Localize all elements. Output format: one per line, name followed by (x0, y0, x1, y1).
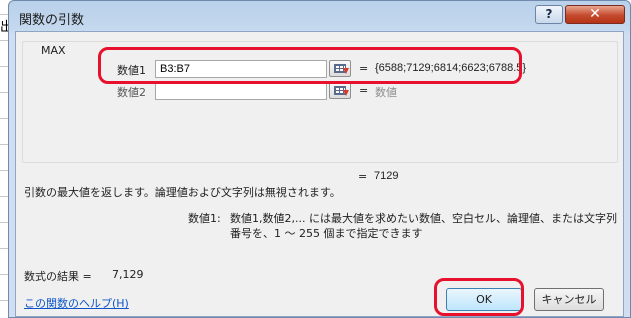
arg-description-line1: 数値1,数値2,... には最大値を求めたい数値、空白セル、論理値、または文字列 (230, 212, 617, 225)
ok-button-highlight (434, 278, 524, 316)
arg1-highlight (98, 47, 522, 84)
help-button[interactable]: ? (535, 5, 563, 24)
close-button[interactable]: ✕ (565, 5, 625, 24)
arg2-label: 数値2 (117, 86, 146, 99)
arg-description-line2: 番号を、1 ～ 255 個まで指定できます (230, 227, 423, 240)
arg2-result: 数値 (375, 87, 397, 99)
arg-description-name: 数値1: (188, 212, 221, 225)
arg2-equals: = (359, 84, 369, 97)
result-equals: = (358, 170, 368, 183)
arg2-input[interactable] (155, 82, 327, 100)
title-bar[interactable]: 関数の引数 ? ✕ (9, 1, 630, 31)
function-description: 引数の最大値を返します。論理値および文字列は無視されます。 (24, 186, 341, 199)
dialog-title: 関数の引数 (19, 13, 85, 28)
formula-result-value: 7,129 (112, 268, 144, 281)
cancel-button[interactable]: キャンセル (534, 288, 604, 311)
function-name: MAX (37, 44, 70, 57)
formula-result-label: 数式の結果 = (24, 270, 92, 283)
function-result: 7129 (374, 170, 399, 182)
function-help-link[interactable]: この関数のヘルプ(H) (24, 295, 129, 311)
arg2-ref-button[interactable] (329, 82, 351, 99)
